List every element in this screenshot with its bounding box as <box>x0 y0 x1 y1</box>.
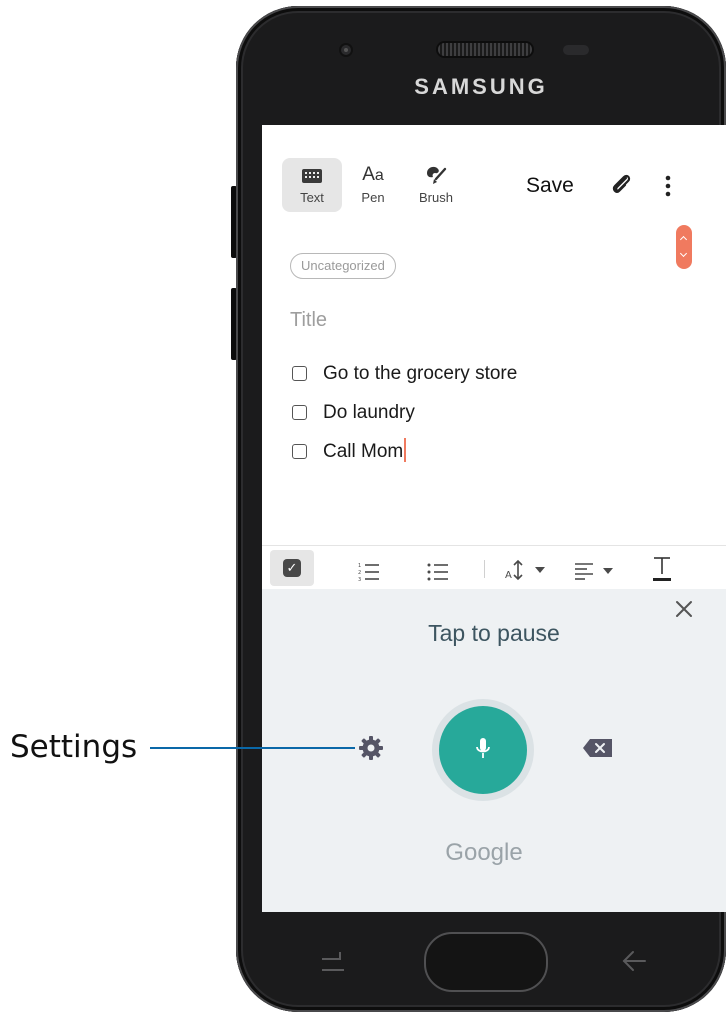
text-mode-button[interactable]: Text <box>282 158 342 212</box>
checkbox-format-button[interactable]: ✓ <box>270 550 314 586</box>
svg-text:A: A <box>505 570 512 581</box>
back-icon[interactable] <box>621 948 647 974</box>
voice-provider-label: Google <box>445 839 523 866</box>
phone-screen: Text Aa Pen Brush Save Uncategorized Tit… <box>262 125 726 912</box>
numbered-list-icon[interactable]: 123 <box>358 558 380 586</box>
callout-line <box>150 747 355 749</box>
text-size-icon[interactable]: A <box>505 556 551 584</box>
svg-text:3: 3 <box>358 577 361 583</box>
align-icon[interactable] <box>573 556 621 584</box>
checklist-item-text[interactable]: Call Mom <box>323 441 403 463</box>
save-button[interactable]: Save <box>526 174 574 198</box>
keyboard-icon <box>282 162 342 188</box>
note-toolbar: Text Aa Pen Brush Save <box>262 125 726 220</box>
title-input[interactable]: Title <box>290 309 327 332</box>
settings-gear-icon[interactable] <box>358 735 384 761</box>
pen-aa-icon: Aa <box>362 164 384 185</box>
recents-icon[interactable] <box>318 946 348 976</box>
microphone-button[interactable] <box>439 706 527 794</box>
checklist-item: Do laundry <box>292 393 517 432</box>
bulleted-list-icon[interactable] <box>427 558 449 586</box>
checklist-item: Go to the grocery store <box>292 354 517 393</box>
brush-mode-label: Brush <box>419 190 453 205</box>
attach-clip-icon[interactable] <box>609 172 635 198</box>
checklist-item: Call Mom <box>292 432 517 471</box>
scroll-handle[interactable] <box>676 225 692 269</box>
close-icon[interactable] <box>674 599 694 619</box>
format-bar: ✓ 123 A <box>262 545 726 590</box>
earpiece-speaker <box>438 43 532 56</box>
text-style-icon[interactable] <box>651 554 673 582</box>
microphone-icon <box>476 738 490 758</box>
pen-mode-label: Pen <box>361 190 385 205</box>
checkbox[interactable] <box>292 405 307 420</box>
checklist: Go to the grocery store Do laundry Call … <box>292 354 517 471</box>
home-button[interactable] <box>424 932 548 992</box>
text-mode-label: Text <box>300 190 324 205</box>
checklist-item-text[interactable]: Do laundry <box>323 402 415 424</box>
checkbox[interactable] <box>292 366 307 381</box>
checkbox-icon: ✓ <box>283 559 301 577</box>
settings-callout-label: Settings <box>10 729 138 765</box>
text-cursor <box>404 437 407 462</box>
brush-icon <box>406 162 466 188</box>
proximity-sensor <box>563 45 589 55</box>
format-bar-divider <box>484 560 485 578</box>
backspace-icon[interactable] <box>582 737 614 759</box>
category-chip[interactable]: Uncategorized <box>290 253 396 279</box>
checkbox[interactable] <box>292 444 307 459</box>
voice-status[interactable]: Tap to pause <box>262 620 726 647</box>
brand-logo: SAMSUNG <box>414 74 548 99</box>
more-options-icon[interactable] <box>658 174 678 198</box>
checklist-item-text[interactable]: Go to the grocery store <box>323 363 517 385</box>
svg-text:2: 2 <box>358 570 361 576</box>
brush-mode-button[interactable]: Brush <box>406 158 466 212</box>
voice-input-panel: Tap to pause Google <box>262 589 726 912</box>
front-camera <box>341 45 351 55</box>
pen-mode-button[interactable]: Aa Pen <box>343 158 403 212</box>
svg-text:1: 1 <box>358 563 361 569</box>
